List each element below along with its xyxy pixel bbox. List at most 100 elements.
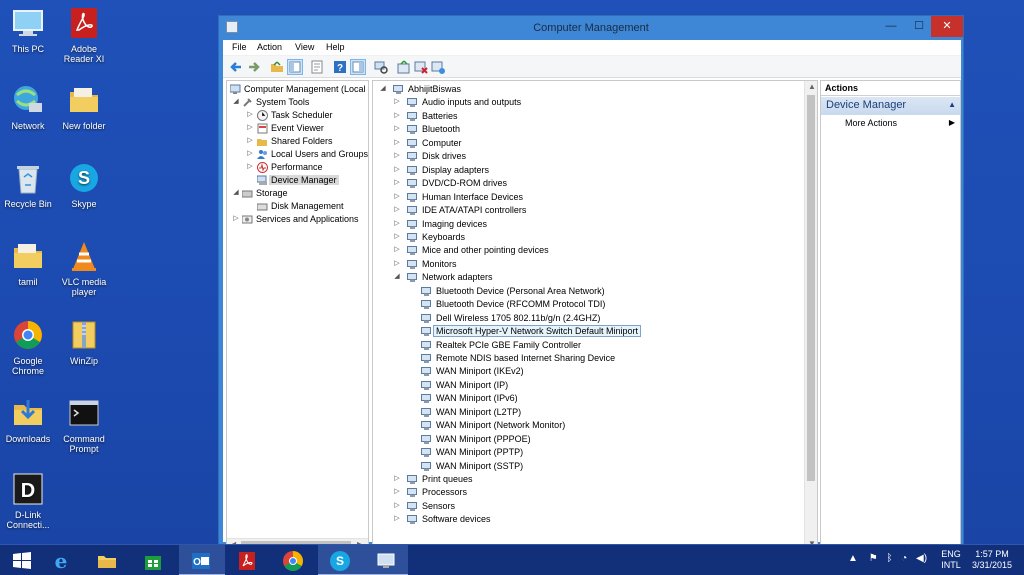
collapse-arrow-icon[interactable]: ◢ [232,97,240,105]
expand-arrow-icon[interactable]: ▷ [393,259,401,267]
taskbar-outlook[interactable]: O [179,545,225,575]
expand-arrow-icon[interactable]: ▷ [246,123,254,131]
title-bar[interactable]: Computer Management — ☐ ✕ [219,16,963,40]
expand-arrow-icon[interactable]: ▷ [393,165,401,173]
desktop-icon-vlc[interactable]: VLC media player [56,239,112,297]
expand-arrow-icon[interactable]: ▷ [246,149,254,157]
desktop-icon-dlink[interactable]: D D-Link Connecti... [0,472,56,530]
expand-arrow-icon[interactable]: ▷ [393,138,401,146]
actions-section-device-manager[interactable]: Device Manager ▲ [821,97,960,115]
actions-pane: Actions Device Manager ▲ More Actions ▶ [820,80,961,552]
expand-arrow-icon[interactable]: ▷ [393,219,401,227]
expand-arrow-icon[interactable]: ▷ [393,111,401,119]
back-arrow-icon[interactable] [228,59,244,75]
taskbar-adobe-reader[interactable] [225,545,271,575]
expand-arrow-icon[interactable]: ▷ [246,136,254,144]
close-button[interactable]: ✕ [931,16,963,37]
desktop-icon-skype[interactable]: S Skype [56,161,112,209]
uninstall-device-icon[interactable] [430,59,446,75]
submenu-arrow-icon: ▶ [948,118,955,127]
desktop-icon-network[interactable]: Network [0,83,56,131]
expand-arrow-icon[interactable]: ▷ [393,151,401,159]
expand-arrow-icon[interactable]: ▷ [393,514,401,522]
tray-chevron-icon[interactable]: ▲ [848,553,858,564]
file-explorer-icon [98,556,116,568]
taskbar: e O S ▲ ⚑ ᛒ ◔ ◀) ENG INTL 1:57 PM 3/31/2… [0,544,1024,575]
expand-arrow-icon[interactable]: ▷ [393,124,401,132]
taskbar-internet-explorer[interactable]: e [39,545,85,575]
show-console-tree-icon[interactable] [287,59,303,75]
taskbar-file-explorer[interactable] [85,545,131,575]
desktop-icon-chrome[interactable]: Google Chrome [0,318,56,376]
menu-bar: File Action View Help [223,40,961,56]
menu-view[interactable]: View [295,42,314,52]
expand-arrow-icon[interactable]: ▷ [246,110,254,118]
svg-text:O: O [193,557,201,568]
taskbar-skype[interactable]: S [318,545,364,575]
device-category-icon [407,219,418,230]
forward-arrow-icon[interactable] [246,59,262,75]
scan-hardware-icon[interactable] [373,59,389,75]
expand-arrow-icon[interactable]: ▷ [393,178,401,186]
menu-help[interactable]: Help [326,42,345,52]
language-indicator[interactable]: ENG INTL [937,549,965,571]
more-actions-item[interactable]: More Actions ▶ [821,117,960,131]
collapse-triangle-icon[interactable]: ▲ [948,100,956,109]
desktop-icon-winzip[interactable]: WinZip [56,318,112,366]
expand-arrow-icon[interactable]: ▷ [393,487,401,495]
collapse-arrow-icon[interactable]: ◢ [232,188,240,196]
expand-arrow-icon[interactable]: ▷ [393,192,401,200]
show-action-pane-icon[interactable] [350,59,366,75]
maximize-button[interactable]: ☐ [905,16,933,37]
desktop-icon-tamil[interactable]: tamil [0,239,56,287]
expand-arrow-icon[interactable]: ▷ [246,162,254,170]
desktop-icon-new-folder[interactable]: New folder [56,83,112,131]
expand-arrow-icon[interactable]: ▷ [393,501,401,509]
adobe-reader-icon [67,6,101,40]
internet-explorer-icon: e [55,550,68,572]
properties-icon[interactable] [309,59,325,75]
desktop-icon-downloads[interactable]: Downloads [0,396,56,444]
expand-arrow-icon[interactable]: ▷ [393,474,401,482]
expand-arrow-icon[interactable]: ▷ [232,214,240,222]
device-category-icon [407,205,418,216]
wifi-icon[interactable]: ◔ [901,553,907,564]
windows-logo-icon [13,552,31,569]
recycle-bin-icon [11,161,45,195]
toolbar: ? [223,56,961,78]
network-adapter-icon [421,420,432,431]
device-category-icon [407,487,418,498]
taskbar-chrome[interactable] [271,545,317,575]
clock[interactable]: 1:57 PM 3/31/2015 [966,549,1018,571]
expand-arrow-icon[interactable]: ▷ [393,245,401,253]
scroll-thumb[interactable] [807,95,815,481]
network-adapter-icon [421,407,432,418]
up-folder-icon[interactable] [269,59,285,75]
desktop-icon-adobe-reader[interactable]: Adobe Reader XI [56,6,112,64]
expand-arrow-icon[interactable]: ▷ [393,97,401,105]
vertical-scrollbar[interactable]: ▲ ▼ [804,81,817,551]
network-adapter-icon [421,380,432,391]
collapse-arrow-icon[interactable]: ◢ [379,84,387,92]
collapse-arrow-icon[interactable]: ◢ [393,272,401,280]
taskbar-computer-management[interactable] [364,545,408,575]
scroll-up-icon[interactable]: ▲ [808,82,816,91]
menu-file[interactable]: File [232,42,247,52]
flag-icon[interactable]: ⚑ [869,553,878,564]
expand-arrow-icon[interactable]: ▷ [393,205,401,213]
bluetooth-tray-icon[interactable]: ᛒ [886,553,892,564]
update-driver-icon[interactable] [396,59,412,75]
taskbar-store[interactable] [131,545,177,575]
device-category-icon [407,111,418,122]
network-adapter-icon [421,461,432,472]
network-adapter-icon [407,272,418,283]
desktop-icon-recycle-bin[interactable]: Recycle Bin [0,161,56,209]
volume-icon[interactable]: ◀) [916,553,927,564]
help-icon[interactable]: ? [332,59,348,75]
disable-device-icon[interactable] [413,59,429,75]
desktop-icon-command-prompt[interactable]: Command Prompt [56,396,112,454]
minimize-button[interactable]: — [877,16,905,37]
desktop-icon-this-pc[interactable]: This PC [0,6,56,54]
menu-action[interactable]: Action [257,42,282,52]
expand-arrow-icon[interactable]: ▷ [393,232,401,240]
